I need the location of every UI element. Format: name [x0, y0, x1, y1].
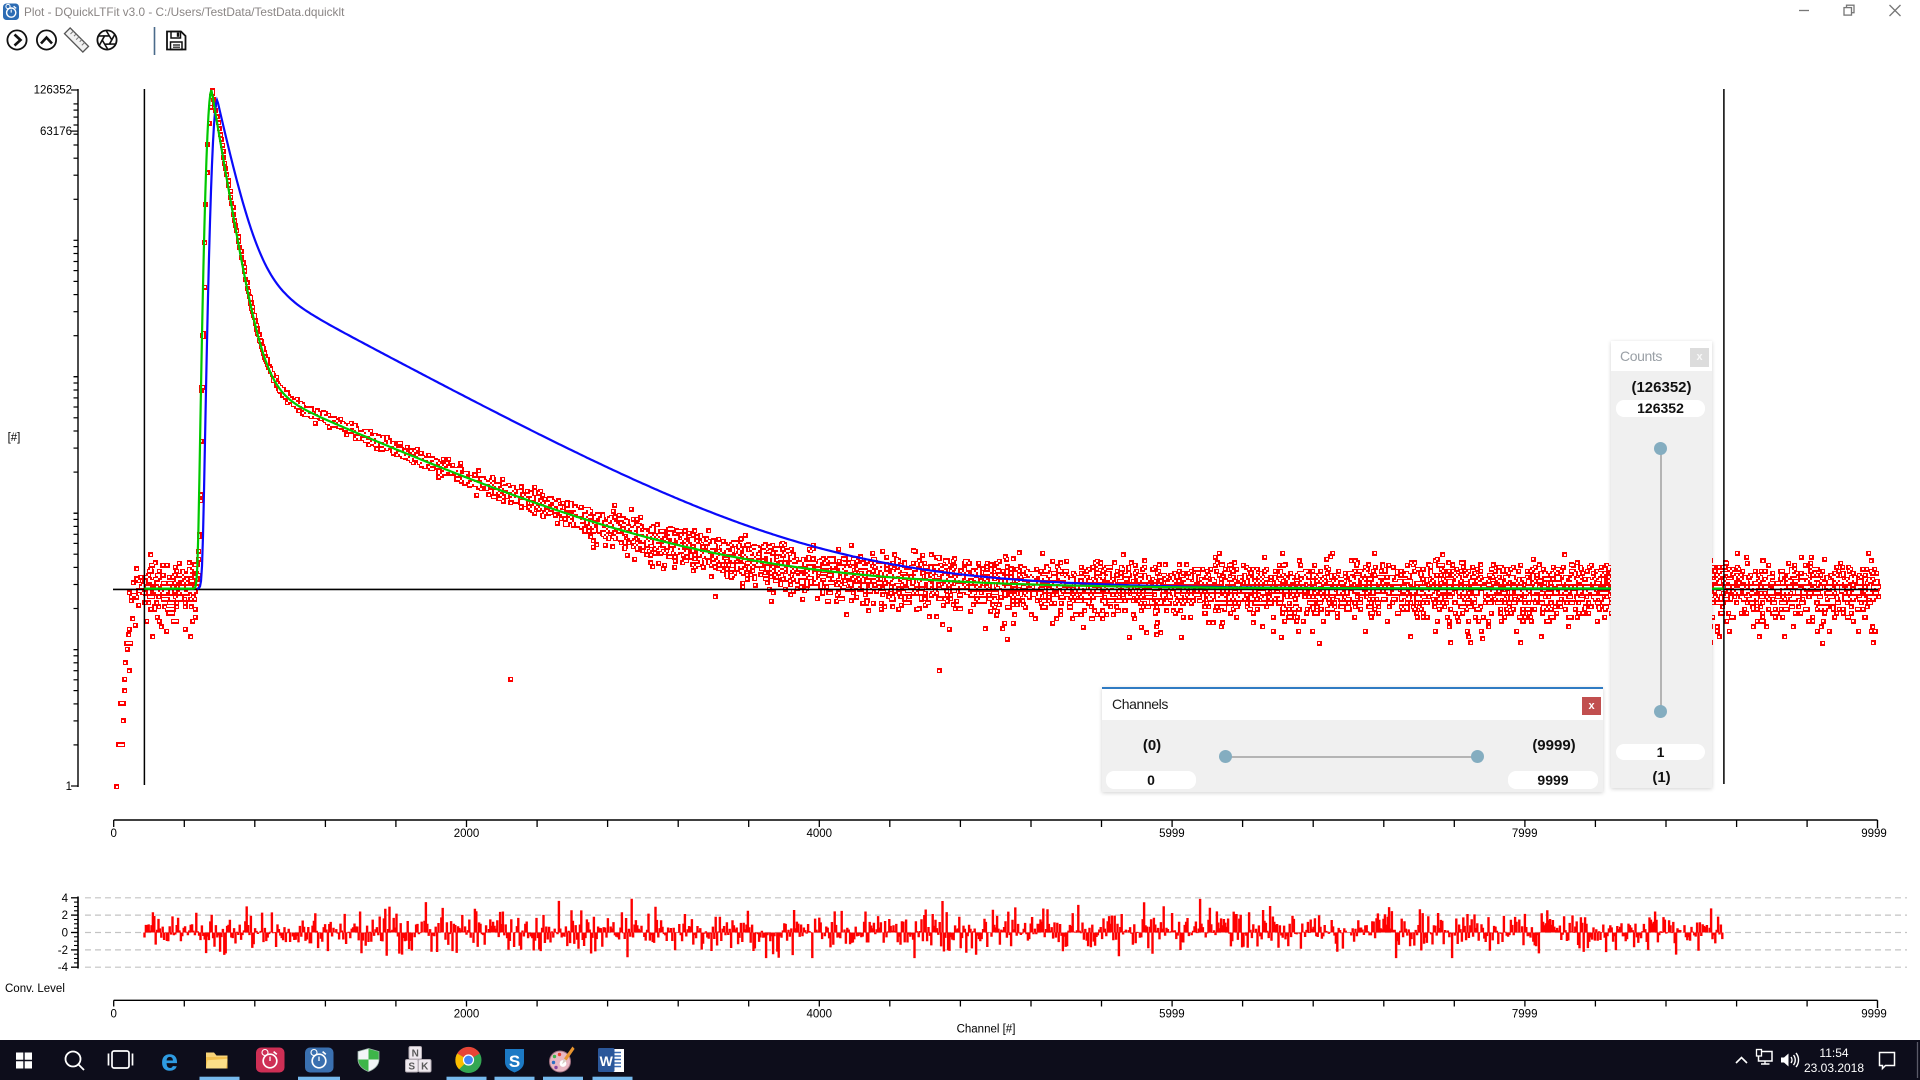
- svg-text:126352: 126352: [34, 85, 72, 97]
- svg-text:Conv. Level: Conv. Level: [5, 983, 65, 995]
- svg-text:2000: 2000: [454, 828, 480, 840]
- svg-text:5999: 5999: [1159, 828, 1185, 840]
- svg-text:7999: 7999: [1512, 1009, 1538, 1021]
- svg-text:1: 1: [66, 781, 72, 793]
- svg-text:9999: 9999: [1861, 1009, 1887, 1021]
- svg-text:4: 4: [62, 893, 69, 905]
- svg-text:-4: -4: [58, 962, 69, 974]
- svg-text:2: 2: [62, 910, 68, 922]
- svg-text:4000: 4000: [807, 1009, 833, 1021]
- svg-text:0: 0: [110, 828, 116, 840]
- svg-text:-2: -2: [58, 945, 68, 957]
- svg-text:[#]: [#]: [8, 432, 21, 444]
- svg-text:5999: 5999: [1159, 1009, 1185, 1021]
- svg-text:0: 0: [110, 1009, 116, 1021]
- svg-text:7999: 7999: [1512, 828, 1538, 840]
- svg-text:0: 0: [62, 928, 68, 940]
- svg-text:2000: 2000: [454, 1009, 480, 1021]
- svg-text:9999: 9999: [1861, 828, 1887, 840]
- svg-text:63176: 63176: [40, 126, 72, 138]
- svg-text:Channel [#]: Channel [#]: [957, 1024, 1016, 1036]
- svg-text:4000: 4000: [807, 828, 833, 840]
- svg-text:Plot - DQuickLTFit v3.0 - C:/U: Plot - DQuickLTFit v3.0 - C:/Users/TestD…: [24, 5, 345, 19]
